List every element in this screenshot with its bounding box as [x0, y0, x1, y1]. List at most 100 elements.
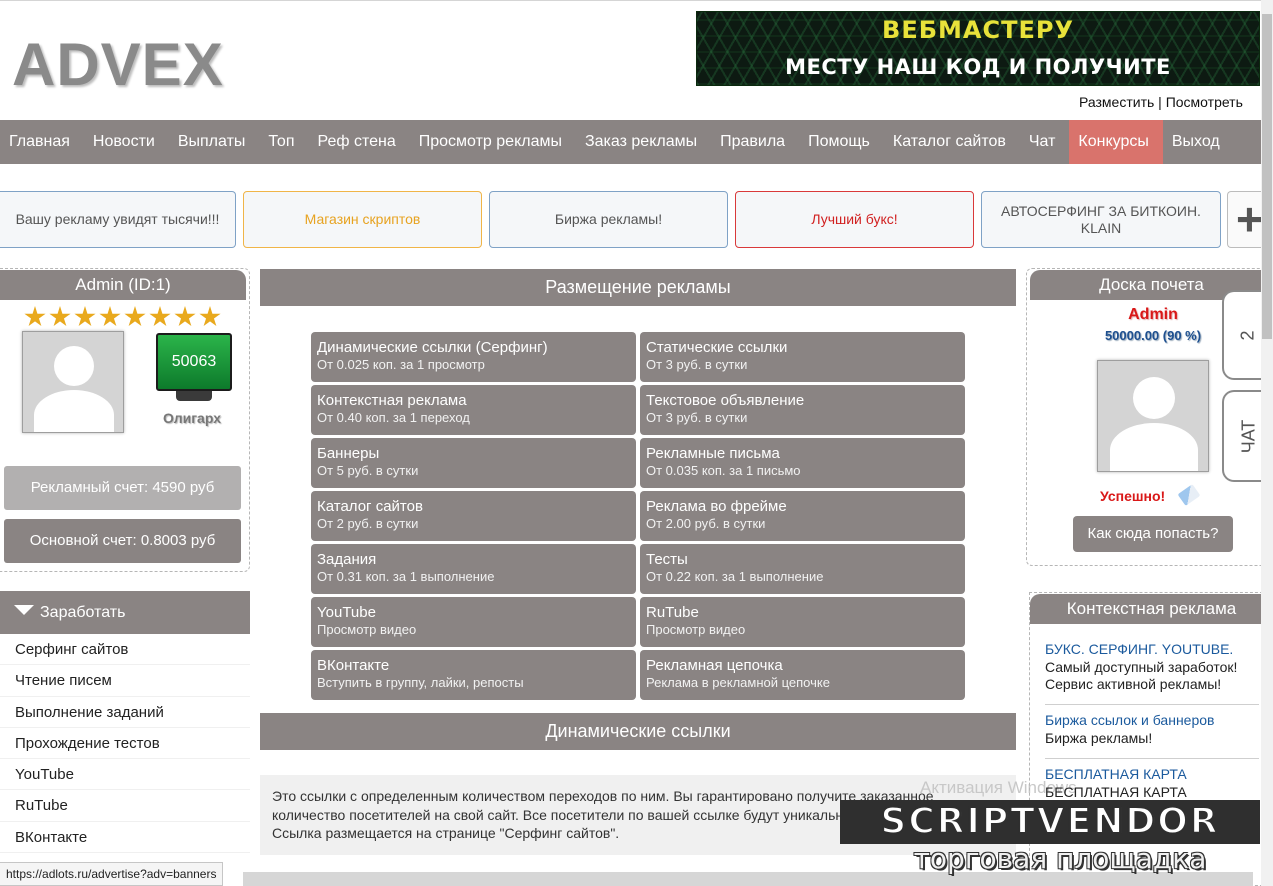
ad-type-context[interactable]: Контекстная реклама От 0.40 коп. за 1 пер… [311, 385, 636, 435]
ad-type-price: От 0.035 коп. за 1 письмо [646, 463, 801, 478]
ad-type-title: ВКонтакте [317, 657, 390, 674]
ad-type-price: Реклама в рекламной цепочке [646, 675, 830, 690]
banner-line-1: ВЕБМАСТЕРУ [882, 16, 1074, 44]
ad-type-price: От 0.025 коп. за 1 просмотр [317, 357, 485, 372]
honor-board-avatar[interactable] [1097, 360, 1209, 472]
earn-item-vk[interactable]: ВКонтакте [0, 822, 250, 854]
promo-block-2[interactable]: Магазин скриптов [243, 191, 482, 248]
earn-menu-header[interactable]: Заработать [0, 591, 250, 634]
link-separator: | [1154, 94, 1166, 110]
nav-payouts[interactable]: Выплаты [169, 120, 260, 164]
side-tab-chat-label: ЧАТ [1238, 419, 1258, 453]
nav-order-ads[interactable]: Заказ рекламы [576, 120, 711, 164]
star-icon [174, 306, 196, 327]
ad-type-price: От 0.40 коп. за 1 переход [317, 410, 470, 425]
ad-type-youtube[interactable]: YouTube Просмотр видео [311, 597, 636, 647]
ad-type-vk[interactable]: ВКонтакте Вступить в группу, лайки, репос… [311, 650, 636, 700]
earn-item-mail[interactable]: Чтение писем [0, 665, 250, 697]
ad-type-title: Статические ссылки [646, 339, 788, 356]
top-border [0, 0, 1273, 4]
ad-type-title: Задания [317, 551, 377, 568]
site-logo[interactable]: ADVEX [12, 30, 224, 99]
earn-item-tasks[interactable]: Выполнение заданий [0, 697, 250, 728]
nav-top[interactable]: Топ [259, 120, 308, 164]
ad-type-rutube[interactable]: RuTube Просмотр видео [640, 597, 965, 647]
nav-view-ads[interactable]: Просмотр рекламы [410, 120, 576, 164]
ad-type-title: RuTube [646, 604, 699, 621]
context-ad-text: БЕСПЛАТНАЯ КАРТА [1045, 783, 1187, 800]
nav-ref-wall[interactable]: Реф стена [308, 120, 409, 164]
nav-chat[interactable]: Чат [1020, 120, 1070, 164]
honor-board-status: Успешно! [1100, 488, 1166, 504]
context-ad-divider [1045, 704, 1259, 705]
user-avatar[interactable] [22, 331, 124, 433]
context-ad-link[interactable]: Биржа ссылок и баннеров [1045, 712, 1259, 730]
earn-item-tests[interactable]: Прохождение тестов [0, 728, 250, 760]
ad-type-banners[interactable]: Баннеры От 5 руб. в сутки [311, 438, 636, 488]
context-ad-divider [1045, 758, 1259, 759]
context-ad-link[interactable]: БЕСПЛАТНАЯ КАРТА [1045, 766, 1259, 784]
main-account-button[interactable]: Основной счет: 0.8003 руб [4, 519, 241, 563]
scriptvendor-subtitle: торговая площадка [913, 842, 1207, 875]
banner-links: Разместить | Посмотреть [1079, 94, 1243, 110]
nav-contests[interactable]: Конкурсы [1069, 120, 1163, 164]
honor-board-score: 50000.00 (90 %) [1104, 328, 1202, 343]
nav-news[interactable]: Новости [84, 120, 169, 164]
earn-item-youtube[interactable]: YouTube [0, 759, 250, 791]
ad-type-tests[interactable]: Тесты От 0.22 коп. за 1 выполнение [640, 544, 965, 594]
star-icon [124, 306, 146, 327]
ad-type-dynamic-links[interactable]: Динамические ссылки (Серфинг) От 0.025 ко… [311, 332, 636, 382]
level-monitor-icon: 50063 [156, 333, 232, 391]
ad-type-title: Динамические ссылки (Серфинг) [317, 339, 548, 356]
ad-type-price: Просмотр видео [646, 622, 746, 637]
context-ad-2[interactable]: Биржа ссылок и баннеров Биржа рекламы! [1045, 712, 1259, 747]
scriptvendor-title: SCRIPTVENDOR [840, 800, 1260, 844]
ad-type-mail[interactable]: Рекламные письма От 0.035 коп. за 1 письм… [640, 438, 965, 488]
context-ad-1[interactable]: БУКС. СЕРФИНГ. YOUTUBE. Самый доступный … [1045, 641, 1259, 694]
star-icon [99, 306, 121, 327]
view-banner-link[interactable]: Посмотреть [1166, 94, 1243, 110]
ad-type-frame[interactable]: Реклама во фрейме От 2.00 руб. в сутки [640, 491, 965, 541]
ad-type-price: От 2 руб. в сутки [317, 516, 419, 531]
context-ad-link[interactable]: БУКС. СЕРФИНГ. YOUTUBE. [1045, 641, 1259, 659]
how-to-get-here-button[interactable]: Как сюда попасть? [1073, 516, 1233, 552]
status-bar-url: https://adlots.ru/advertise?adv=banners [0, 862, 224, 886]
ad-type-static-links[interactable]: Статические ссылки От 3 руб. в сутки [640, 332, 965, 382]
earn-item-surfing[interactable]: Серфинг сайтов [0, 634, 250, 666]
nav-help[interactable]: Помощь [799, 120, 884, 164]
ad-type-tasks[interactable]: Задания От 0.31 коп. за 1 выполнение [311, 544, 636, 594]
ad-type-catalog[interactable]: Каталог сайтов От 2 руб. в сутки [311, 491, 636, 541]
ad-type-title: Рекламная цепочка [646, 657, 783, 674]
promo-block-5[interactable]: АВТОСЕРФИНГ ЗА БИТКОИН. KLAIN [981, 191, 1221, 248]
star-icon [49, 306, 71, 327]
nav-logout[interactable]: Выход [1163, 120, 1234, 164]
vertical-scrollbar-thumb[interactable] [1262, 14, 1272, 339]
monitor-stand [176, 391, 212, 401]
avatar-head-shape [1133, 377, 1175, 419]
ad-type-text-ad[interactable]: Текстовое объявление От 3 руб. в сутки [640, 385, 965, 435]
ad-account-button[interactable]: Рекламный счет: 4590 руб [4, 466, 241, 510]
nav-catalog[interactable]: Каталог сайтов [884, 120, 1020, 164]
ad-type-price: Вступить в группу, лайки, репосты [317, 675, 524, 690]
context-ad-3[interactable]: БЕСПЛАТНАЯ КАРТА БЕСПЛАТНАЯ КАРТА [1045, 766, 1259, 801]
scriptvendor-watermark: SCRIPTVENDOR торговая площадка [840, 800, 1260, 876]
top-banner[interactable]: ВЕБМАСТЕРУ МЕСТУ НАШ КОД И ПОЛУЧИТЕ [696, 11, 1260, 86]
ad-type-price: От 3 руб. в сутки [646, 410, 748, 425]
ad-type-title: YouTube [317, 604, 376, 621]
ad-type-price: От 3 руб. в сутки [646, 357, 748, 372]
place-banner-link[interactable]: Разместить [1079, 94, 1154, 110]
avatar-body-shape [34, 390, 114, 432]
promo-block-1[interactable]: Вашу рекламу увидят тысячи!!! [0, 191, 236, 248]
earn-item-rutube[interactable]: RuTube [0, 790, 250, 822]
profile-title: Admin (ID:1) [0, 270, 246, 300]
promo-block-4[interactable]: Лучший букс! [735, 191, 974, 248]
ad-type-title: Контекстная реклама [317, 392, 467, 409]
star-icon [199, 306, 221, 327]
dynamic-links-title: Динамические ссылки [260, 713, 1016, 750]
ad-type-price: Просмотр видео [317, 622, 417, 637]
nav-home[interactable]: Главная [0, 120, 84, 164]
nav-rules[interactable]: Правила [711, 120, 799, 164]
promo-block-3[interactable]: Биржа рекламы! [489, 191, 728, 248]
honor-board-name[interactable]: Admin [1080, 306, 1226, 324]
ad-type-chain[interactable]: Рекламная цепочка Реклама в рекламной цеп… [640, 650, 965, 700]
